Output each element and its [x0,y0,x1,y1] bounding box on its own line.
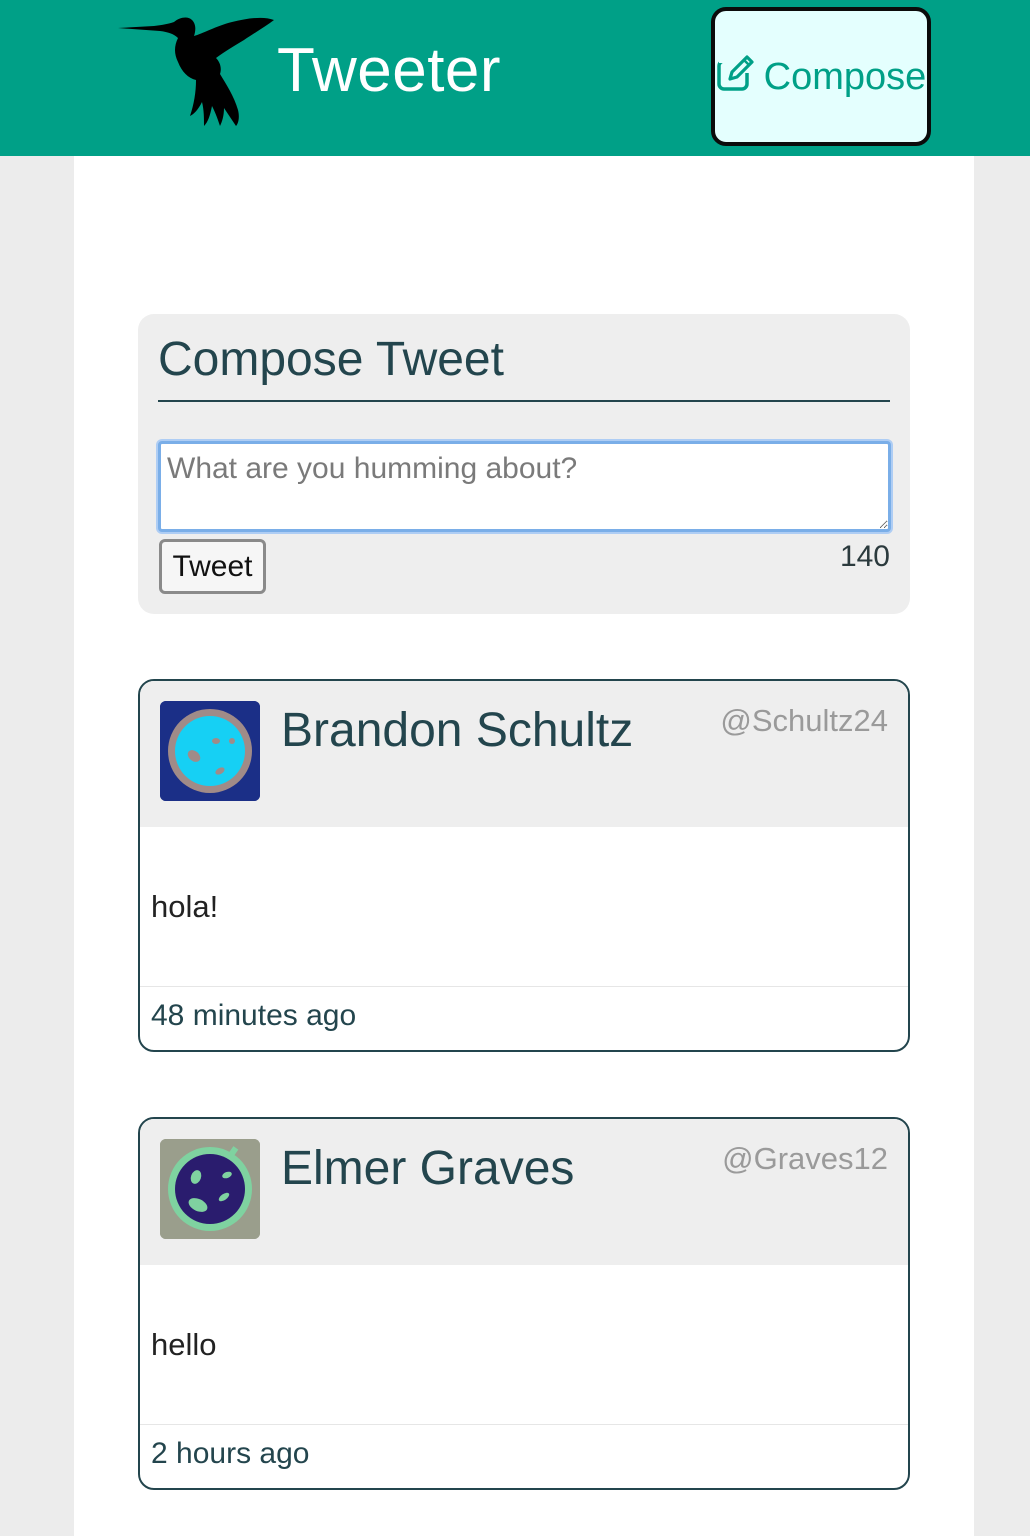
tweet-header: Elmer Graves @Graves12 [140,1119,908,1265]
avatar-planet-purple-icon [160,1139,260,1239]
compose-tweet-heading: Compose Tweet [158,333,504,386]
tweet-divider [140,1424,908,1425]
tweet-card: Brandon Schultz @Schultz24 hola! 48 minu… [138,679,910,1052]
tweet-content: hola! [151,889,219,924]
tweet-author-handle: @Graves12 [722,1141,888,1176]
tweet-author-handle: @Schultz24 [720,703,888,738]
tweet-submit-button[interactable]: Tweet [159,539,266,594]
avatar-planet-blue-icon [160,701,260,801]
hummingbird-logo-icon [118,17,274,126]
avatar[interactable] [160,701,260,801]
tweet-divider [140,986,908,987]
tweet-header: Brandon Schultz @Schultz24 [140,681,908,827]
tweet-author-name: Brandon Schultz [281,704,634,757]
top-nav: Tweeter Compose [0,0,1030,156]
compose-button[interactable]: Compose [711,7,931,146]
tweet-text-input[interactable] [158,441,891,532]
tweet-card: Elmer Graves @Graves12 hello 2 hours ago [138,1117,910,1490]
brand-title[interactable]: Tweeter [277,40,501,102]
tweet-timestamp: 48 minutes ago [151,999,357,1032]
tweet-content: hello [151,1327,217,1362]
avatar[interactable] [160,1139,260,1239]
character-counter: 140 [839,540,890,573]
tweet-author-name: Elmer Graves [281,1142,575,1195]
heading-divider [158,400,890,402]
compose-label: Compose [763,55,927,98]
tweet-timestamp: 2 hours ago [151,1437,310,1470]
edit-icon [716,54,754,91]
new-tweet-form: Compose Tweet Tweet 140 [138,314,910,614]
